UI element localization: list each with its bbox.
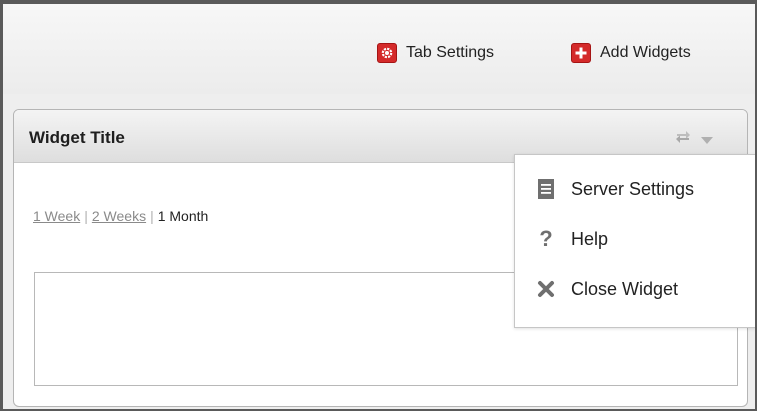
toolbar: Tab Settings Add Widgets <box>3 4 755 94</box>
widget-title: Widget Title <box>29 128 125 147</box>
plus-icon <box>571 43 591 63</box>
app-frame: Tab Settings Add Widgets Widget Title 1 … <box>3 4 755 409</box>
tab-settings-button[interactable]: Tab Settings <box>377 39 494 67</box>
gear-icon <box>377 43 397 63</box>
range-separator: | <box>150 208 154 224</box>
range-2-weeks-link[interactable]: 2 Weeks <box>92 208 146 224</box>
server-icon <box>535 179 557 199</box>
range-1-month-current: 1 Month <box>157 208 209 224</box>
menu-item-server-settings[interactable]: Server Settings <box>535 176 694 202</box>
menu-item-help[interactable]: ? Help <box>535 226 608 252</box>
close-icon <box>535 280 557 298</box>
time-range-selector: 1 Week | 2 Weeks | 1 Month <box>33 208 208 224</box>
refresh-icon[interactable] <box>674 128 692 149</box>
menu-item-label: Help <box>571 228 609 249</box>
menu-item-close-widget[interactable]: Close Widget <box>535 276 678 302</box>
range-separator: | <box>84 208 88 224</box>
help-icon: ? <box>539 226 553 251</box>
range-1-week-link[interactable]: 1 Week <box>33 208 80 224</box>
add-widgets-label: Add Widgets <box>600 44 691 61</box>
chevron-down-icon[interactable] <box>700 132 714 150</box>
menu-item-label: Close Widget <box>571 278 679 299</box>
tab-settings-label: Tab Settings <box>406 44 495 61</box>
menu-item-label: Server Settings <box>571 178 695 199</box>
add-widgets-button[interactable]: Add Widgets <box>571 39 691 67</box>
widget-options-menu: Server Settings ? Help Close Widget <box>514 154 755 328</box>
